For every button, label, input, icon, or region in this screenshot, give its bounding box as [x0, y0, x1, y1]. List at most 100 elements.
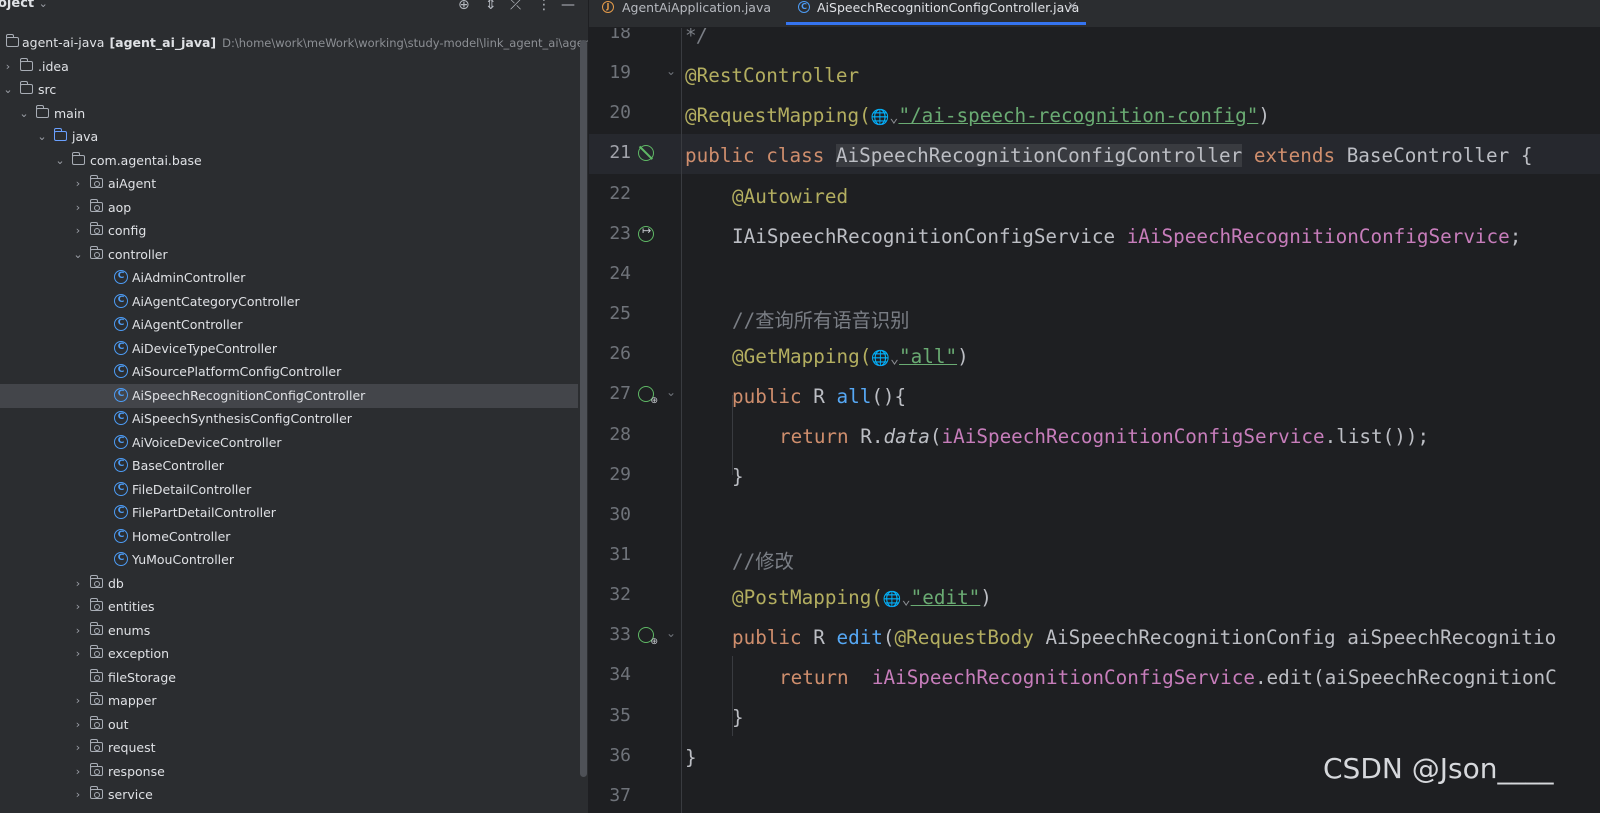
tree-item-label: AiAdminController [132, 270, 246, 285]
class-icon: C [114, 270, 128, 284]
line-number: 32 [609, 584, 631, 606]
tree-item-label: out [108, 716, 129, 732]
tree-folder-item[interactable]: › service [0, 783, 578, 807]
code-line-22: @Autowired [732, 185, 849, 208]
tree-item-label: HomeController [132, 528, 231, 544]
tree-item-label: enums [108, 622, 151, 638]
tree-class-item[interactable]: C AiAgentCategoryController [0, 290, 578, 314]
folder-icon [19, 81, 33, 94]
tree-folder-item[interactable]: › exception [0, 642, 578, 666]
tree-item-label: .idea [38, 58, 69, 74]
tree-item-label: java [72, 129, 99, 144]
endpoint-icon[interactable]: ⊕ [638, 386, 658, 406]
hide-panel-icon[interactable]: — [561, 0, 575, 13]
chevron-down-icon[interactable]: ⌄ [2, 78, 14, 102]
tree-item-label: entities [108, 599, 155, 614]
tree-class-item[interactable]: C FileDetailController [0, 478, 578, 502]
tree-folder-item[interactable]: ⌄agent-ai-java[agent_ai_java]D:\home\wor… [0, 31, 588, 55]
close-icon[interactable]: × [1067, 0, 1078, 15]
tree-folder-item[interactable]: ⌄ main [0, 102, 578, 126]
tree-folder-item[interactable]: › request [0, 736, 578, 760]
tree-class-item[interactable]: C YuMouController [0, 548, 578, 572]
tree-item-label: exception [108, 646, 170, 661]
project-scrollbar[interactable] [580, 40, 587, 777]
expand-all-icon[interactable]: ⇕ [485, 0, 497, 13]
tree-folder-item[interactable]: › aiAgent [0, 172, 578, 196]
line-number: 30 [609, 503, 631, 525]
spring-bean-icon[interactable] [638, 145, 654, 161]
chevron-down-icon[interactable]: ⌄ [18, 102, 30, 126]
tree-item-label: service [108, 787, 153, 802]
tree-class-item[interactable]: C BaseController [0, 454, 578, 478]
tree-class-item[interactable]: C HomeController [0, 525, 578, 549]
folder-icon [89, 739, 103, 752]
folder-icon [89, 198, 103, 212]
tree-class-item[interactable]: C AiSpeechRecognitionConfigController [0, 383, 578, 408]
fold-icon[interactable]: ⌄ [666, 64, 676, 78]
tree-folder-item[interactable]: › aop [0, 196, 578, 220]
locate-icon[interactable]: ⊕ [458, 0, 470, 13]
autowired-navigate-icon[interactable]: ↦ [638, 224, 654, 242]
class-icon: C [114, 387, 128, 402]
line-number: 21 [609, 142, 631, 164]
fold-icon[interactable]: ⌄ [666, 626, 676, 640]
tree-folder-item[interactable]: fileStorage [0, 666, 578, 690]
chevron-right-icon[interactable]: › [72, 713, 84, 737]
tree-folder-item[interactable]: › out [0, 713, 578, 737]
code-line-32: @PostMapping(🌐⌄"edit") [732, 586, 992, 609]
folder-icon [5, 34, 19, 47]
fold-icon[interactable]: ⌄ [666, 385, 676, 399]
active-tab-indicator [786, 22, 1086, 25]
tree-class-item[interactable]: C AiAdminController [0, 266, 578, 290]
root-module-name: [agent_ai_java] [109, 35, 217, 50]
tree-class-item[interactable]: C FilePartDetailController [0, 501, 578, 525]
tree-class-item[interactable]: C AiAgentController [0, 313, 578, 337]
tree-folder-item[interactable]: ⌄ src [0, 78, 578, 102]
tree-class-item[interactable]: C AiDeviceTypeController [0, 337, 578, 361]
chevron-right-icon[interactable]: › [72, 760, 84, 784]
tree-item-label: AiSpeechRecognitionConfigController [132, 387, 366, 403]
more-options-icon[interactable]: ⋮ [537, 0, 551, 13]
tree-item-label: AiAgentCategoryController [132, 293, 300, 309]
editor-tabs: J AgentAiApplication.java C AiSpeechReco… [589, 0, 1600, 28]
globe-icon: 🌐⌄ [871, 349, 900, 367]
chevron-right-icon[interactable]: › [72, 219, 84, 243]
code-line-27: public R all(){ [732, 385, 907, 408]
collapse-all-icon[interactable]: ⤫ [510, 0, 521, 13]
chevron-right-icon[interactable]: › [2, 55, 14, 79]
chevron-down-icon[interactable]: ⌄ [54, 149, 66, 173]
project-panel-title[interactable]: oject ⌄ [0, 0, 48, 11]
endpoint-icon[interactable]: ⊕ [638, 627, 658, 647]
chevron-right-icon[interactable]: › [72, 783, 84, 807]
chevron-right-icon[interactable]: › [72, 689, 84, 713]
chevron-right-icon[interactable]: › [72, 572, 84, 596]
class-icon: C [114, 411, 128, 425]
tree-class-item[interactable]: C AiSourcePlatformConfigController [0, 360, 578, 384]
tree-folder-item[interactable]: › entities [0, 595, 578, 619]
chevron-down-icon[interactable]: ⌄ [36, 125, 48, 149]
chevron-right-icon[interactable]: › [72, 172, 84, 196]
tree-folder-item[interactable]: › db [0, 572, 578, 596]
tree-folder-item[interactable]: ⌄ controller [0, 243, 578, 267]
chevron-right-icon[interactable]: › [72, 196, 84, 220]
tree-folder-item[interactable]: ⌄ com.agentai.base [0, 149, 578, 173]
chevron-right-icon[interactable]: › [72, 619, 84, 643]
tree-class-item[interactable]: C AiSpeechSynthesisConfigController [0, 407, 578, 431]
chevron-right-icon[interactable]: › [72, 736, 84, 760]
chevron-down-icon[interactable]: ⌄ [72, 243, 84, 267]
class-icon: C [114, 434, 128, 449]
project-panel: oject ⌄ ⊕ ⇕ ⤫ ⋮ — ⌄ agent-ai-java [agent_a… [0, 0, 588, 813]
tree-class-item[interactable]: C AiVoiceDeviceController [0, 431, 578, 455]
tree-folder-item[interactable]: › enums [0, 619, 578, 643]
tree-folder-item[interactable]: ⌄ java [0, 125, 578, 149]
code-editor[interactable]: 18 19 20 21 22 23 24 25 26 27 28 29 30 31 32 33 34 35 36 37… [589, 28, 1600, 813]
chevron-right-icon[interactable]: › [72, 642, 84, 666]
tree-folder-item[interactable]: › mapper [0, 689, 578, 713]
tab-label: AgentAiApplication.java [622, 0, 772, 15]
gutter-separator [681, 28, 682, 813]
tree-folder-item[interactable]: › response [0, 760, 578, 784]
tree-folder-item[interactable]: › .idea [0, 55, 578, 79]
code-line-34: return iAiSpeechRecognitionConfigService… [779, 666, 1557, 689]
tree-folder-item[interactable]: › config [0, 219, 578, 243]
chevron-right-icon[interactable]: › [72, 595, 84, 619]
